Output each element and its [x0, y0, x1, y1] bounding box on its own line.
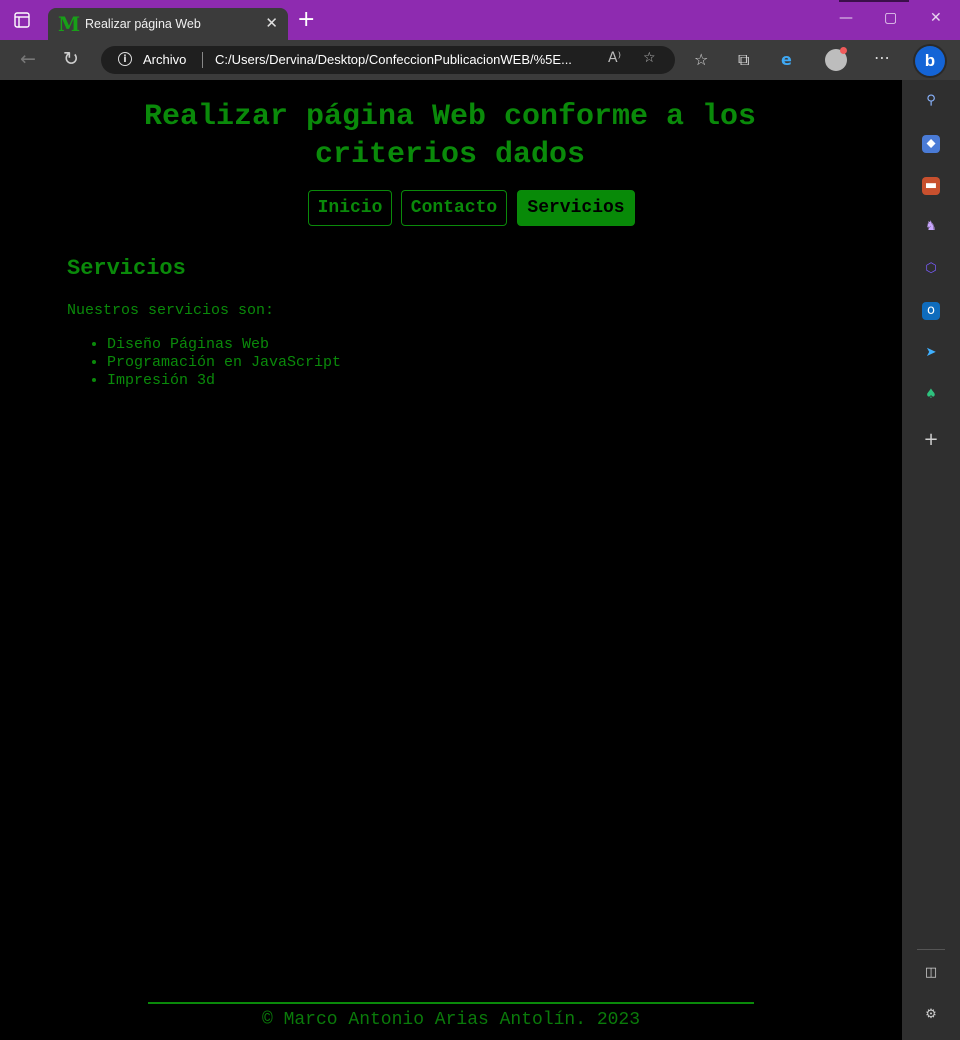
settings-gear-icon[interactable]: ⚙ [922, 1006, 940, 1024]
edge-icon[interactable]: e [781, 50, 792, 69]
footer-text: Marco Antonio Arias Antolín. 2023 [283, 1010, 641, 1030]
window-close-icon[interactable]: ✕ [930, 10, 942, 26]
browser-title-bar: M Realizar página Web ✕ + — ▢ ✕ [0, 0, 960, 40]
outlook-icon[interactable]: o [922, 302, 940, 320]
service-item: Programación en JavaScript [107, 354, 341, 372]
page-title: Realizar página Web conforme a los crite… [143, 100, 757, 172]
services-intro: Nuestros servicios son: [67, 302, 275, 319]
more-options-icon[interactable]: ⋯ [874, 48, 890, 67]
games-icon[interactable]: ♞ [922, 218, 940, 236]
url-text[interactable]: C:/Users/Dervina/Desktop/ConfeccionPubli… [215, 52, 572, 67]
collections-icon[interactable]: ⧉ [738, 50, 749, 70]
nav-button-servicios[interactable]: Servicios [517, 190, 635, 226]
send-icon[interactable]: ➤ [922, 344, 940, 362]
back-icon[interactable]: ← [20, 48, 36, 70]
section-title: Servicios [67, 256, 186, 281]
footer: © Marco Antonio Arias Antolín. 2023 [148, 1010, 754, 1030]
footer-divider [148, 1002, 754, 1004]
services-list: Diseño Páginas Web Programación en JavaS… [67, 336, 341, 390]
web-page: Realizar página Web conforme a los crite… [0, 80, 902, 1040]
address-bar[interactable]: i Archivo C:/Users/Dervina/Desktop/Confe… [101, 46, 675, 74]
sidebar-divider [917, 949, 945, 950]
close-tab-icon[interactable]: ✕ [265, 14, 278, 32]
address-separator [202, 52, 203, 68]
browser-sidebar: ⚲ ⬥ ▬ ♞ ⬡ o ➤ ♠ + ◫ ⚙ [902, 80, 960, 1040]
refresh-icon[interactable]: ↻ [63, 48, 79, 70]
tab-actions-icon[interactable] [14, 12, 30, 28]
maximize-icon[interactable]: ▢ [884, 10, 897, 26]
shopping-icon[interactable]: ⬥ [922, 135, 940, 153]
read-aloud-icon[interactable]: A⁾ [608, 50, 621, 66]
service-item: Diseño Páginas Web [107, 336, 341, 354]
address-scheme-label: Archivo [143, 52, 187, 67]
tree-icon[interactable]: ♠ [922, 386, 940, 404]
service-item: Impresión 3d [107, 372, 341, 390]
tab-favicon-icon: M [58, 12, 81, 36]
add-favorite-icon[interactable]: ☆ [643, 50, 656, 66]
search-icon[interactable]: ⚲ [922, 92, 940, 110]
copyright-icon: © [261, 1010, 273, 1030]
nav-button-inicio[interactable]: Inicio [308, 190, 392, 226]
tab-title: Realizar página Web [85, 17, 201, 31]
bing-chat-icon[interactable]: b [915, 46, 945, 76]
favorites-icon[interactable]: ☆ [694, 50, 708, 69]
profile-notification-dot [840, 47, 847, 54]
new-tab-icon[interactable]: + [297, 8, 315, 32]
titlebar-accent [839, 0, 909, 2]
nav-button-contacto[interactable]: Contacto [401, 190, 507, 226]
info-icon[interactable]: i [118, 52, 132, 66]
office-icon[interactable]: ⬡ [922, 260, 940, 278]
tools-icon[interactable]: ▬ [922, 177, 940, 195]
hide-sidebar-icon[interactable]: ◫ [922, 964, 940, 982]
minimize-icon[interactable]: — [839, 10, 853, 26]
add-sidebar-icon[interactable]: + [922, 431, 940, 449]
active-tab[interactable]: M Realizar página Web ✕ [48, 8, 288, 40]
